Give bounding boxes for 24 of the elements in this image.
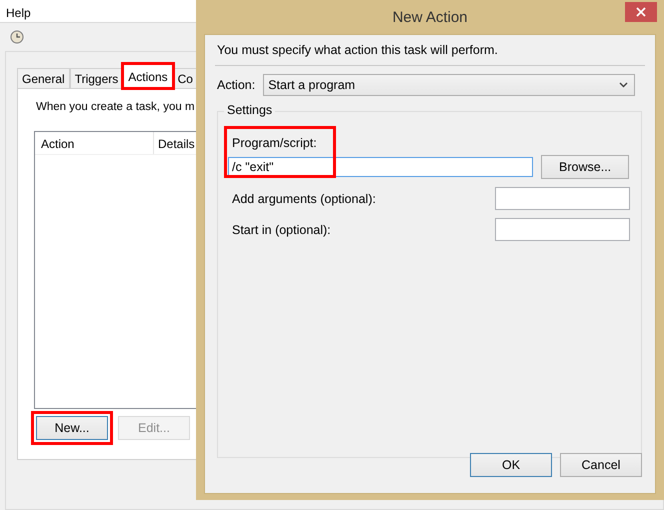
input-field[interactable] <box>495 187 630 210</box>
dialog-button[interactable]: OK <box>470 453 552 477</box>
column-header[interactable]: Action <box>35 132 154 154</box>
tab[interactable]: Actions <box>123 64 173 88</box>
window-title: New Action <box>392 8 468 26</box>
field-label: Start in (optional): <box>232 222 331 236</box>
description-text: When you create a task, you m <box>36 101 195 113</box>
action-dropdown[interactable]: Start a program <box>263 74 635 96</box>
program-field[interactable]: /c "exit" <box>228 157 534 177</box>
chevron-down-icon <box>619 82 628 88</box>
browse-button[interactable]: Browse... <box>541 155 629 179</box>
group-title: Settings <box>224 103 276 117</box>
action-label: Action: <box>217 78 256 92</box>
close-button[interactable] <box>625 2 657 22</box>
instruction-text: You must specify what action this task will perform. <box>217 43 499 57</box>
tab[interactable]: Triggers <box>70 68 124 88</box>
menu-item[interactable]: Help <box>6 6 31 20</box>
input-field[interactable] <box>495 218 630 241</box>
dialog-button[interactable]: Cancel <box>560 453 642 477</box>
clock-icon <box>10 30 24 44</box>
close-icon <box>636 7 646 17</box>
tab[interactable]: General <box>17 68 70 88</box>
field-label: Program/script: <box>231 136 318 150</box>
field-label: Add arguments (optional): <box>232 192 376 206</box>
